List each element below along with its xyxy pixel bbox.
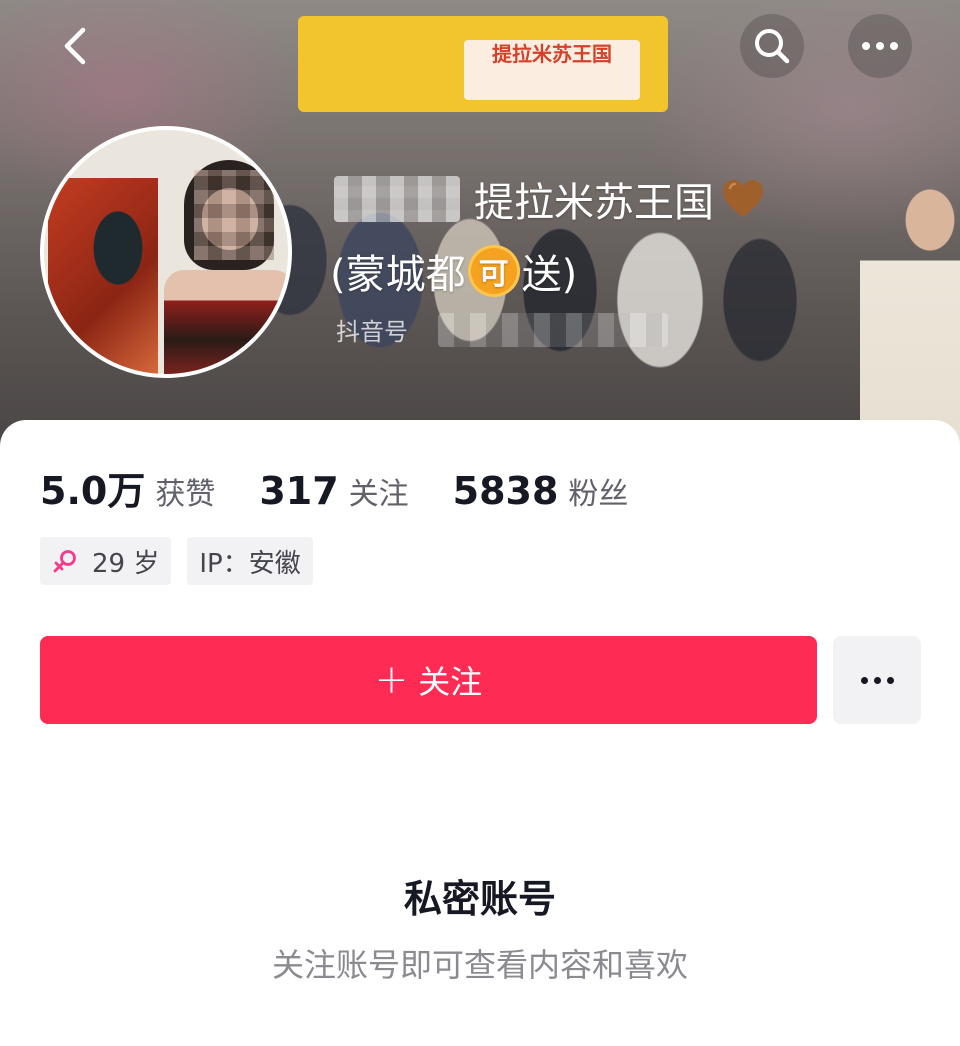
follow-label: 关注 [418, 663, 483, 701]
stats-row: 5.0万 获赞 317 关注 5838 粉丝 [40, 460, 672, 515]
douyin-id-mosaic [438, 312, 668, 347]
stat-following-value: 317 [259, 469, 339, 513]
nickname-mosaic [334, 176, 460, 222]
more-options-button[interactable] [848, 14, 912, 78]
douyin-id-label: 抖音号 [336, 318, 408, 346]
cover-photo-person [860, 170, 960, 450]
back-button[interactable] [44, 14, 108, 78]
stat-following[interactable]: 317 关注 [259, 469, 408, 513]
avatar-face-mosaic [194, 170, 274, 260]
more-horizontal-icon [862, 42, 898, 50]
age-tag: 29 岁 [40, 537, 172, 585]
nickname-line2-prefix: (蒙城都 [330, 252, 466, 298]
private-account-subtitle: 关注账号即可查看内容和喜欢 [271, 946, 688, 984]
age-text: 29 岁 [92, 548, 160, 579]
avatar[interactable] [40, 126, 292, 378]
avatar-body [164, 270, 288, 374]
profile-tags: 29 岁 IP：安徽 [40, 537, 313, 585]
ke-badge-icon: 可 [467, 245, 520, 297]
female-icon [53, 550, 76, 573]
ip-text: IP：安徽 [199, 548, 301, 579]
follow-button[interactable]: + 关注 [40, 636, 817, 724]
douyin-id[interactable]: 抖音号 [336, 312, 668, 347]
avatar-painting [48, 178, 158, 374]
stat-following-label: 关注 [348, 477, 409, 512]
plus-icon: + [374, 657, 409, 703]
profile-card: 5.0万 获赞 317 关注 5838 粉丝 29 岁 IP：安徽 + 关注 私… [0, 420, 960, 1046]
more-actions-button[interactable] [833, 636, 921, 724]
more-horizontal-icon [860, 676, 894, 684]
private-account-title: 私密账号 [403, 877, 556, 921]
heart-emoji-icon [720, 176, 766, 222]
stat-likes[interactable]: 5.0万 获赞 [40, 460, 215, 515]
nickname-line1: 提拉米苏王国 [334, 170, 766, 228]
stat-followers[interactable]: 5838 粉丝 [453, 469, 629, 513]
cover-truck-sign: 提拉米苏王国 [464, 40, 640, 100]
stat-likes-label: 获赞 [155, 477, 216, 512]
nickname-text: 提拉米苏王国 [474, 180, 714, 226]
chevron-left-icon [64, 27, 86, 65]
ip-tag: IP：安徽 [187, 537, 313, 585]
nickname-line2: (蒙城都 可 送) [330, 242, 577, 300]
search-icon [755, 29, 790, 64]
stat-followers-value: 5838 [452, 469, 559, 513]
search-button[interactable] [740, 14, 804, 78]
nickname-line2-suffix: 送) [521, 252, 578, 298]
stat-likes-value: 5.0万 [40, 469, 146, 513]
stat-followers-label: 粉丝 [568, 477, 629, 512]
